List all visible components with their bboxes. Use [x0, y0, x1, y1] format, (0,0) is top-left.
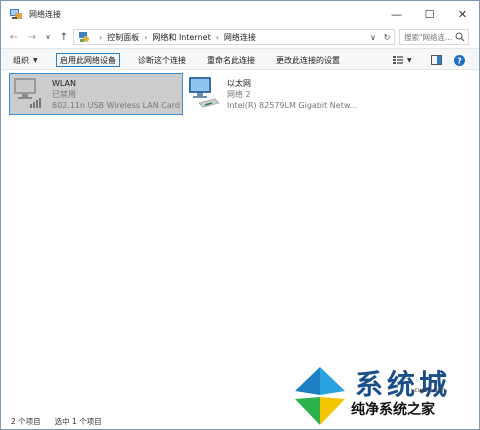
command-bar: 组织 ▼ 启用此网络设备 诊断这个连接 重命名此连接 更改此连接的设置 ▼ ?	[1, 48, 479, 70]
organize-label: 组织	[13, 55, 29, 65]
title-bar: 网络连接 — ☐ ✕	[1, 1, 479, 27]
close-button[interactable]: ✕	[446, 1, 479, 27]
connection-adapter: 802.11n USB Wireless LAN Card	[52, 100, 180, 110]
connection-name: 以太网	[227, 78, 251, 88]
window-title: 网络连接	[29, 9, 61, 19]
svg-text:?: ?	[457, 56, 462, 65]
forward-arrow-icon[interactable]: →	[25, 30, 39, 44]
change-settings-button[interactable]: 更改此连接的设置	[276, 53, 340, 67]
connection-item-wlan[interactable]: WLAN 已禁用 802.11n USB Wireless LAN Card	[9, 73, 183, 115]
control-panel-icon	[78, 31, 90, 43]
organize-caret-icon: ▼	[33, 56, 38, 64]
breadcrumb-control-panel[interactable]: 控制面板	[107, 32, 139, 43]
view-options-button[interactable]: ▼	[393, 53, 412, 67]
preview-pane-icon	[431, 55, 442, 65]
refresh-icon[interactable]: ↻	[380, 30, 394, 44]
search-placeholder: 搜索"网络连...	[404, 32, 453, 42]
connection-adapter: Intel(R) 82579LM Gigabit Netw...	[227, 100, 358, 110]
status-bar: 2 个项目 选中 1 个项目	[1, 413, 479, 429]
network-folder-icon	[9, 7, 23, 21]
explorer-window: 网络连接 — ☐ ✕ ← → ∨ ↑ › 控制面板 › 网络和 Internet…	[0, 0, 480, 430]
breadcrumb-separator: ›	[99, 32, 103, 42]
search-input[interactable]: 搜索"网络连...	[399, 29, 469, 45]
connection-name: WLAN	[52, 78, 77, 88]
view-options-caret-icon: ▼	[407, 56, 412, 64]
wireless-adapter-icon	[10, 74, 48, 112]
enable-device-button[interactable]: 启用此网络设备	[56, 53, 120, 67]
address-bar[interactable]: › 控制面板 › 网络和 Internet › 网络连接 ∨ ↻	[73, 29, 395, 45]
item-count: 2 个项目	[11, 416, 41, 426]
breadcrumb-network-internet[interactable]: 网络和 Internet	[152, 32, 210, 43]
address-row: ← → ∨ ↑ › 控制面板 › 网络和 Internet › 网络连接 ∨ ↻	[1, 27, 479, 47]
ethernet-adapter-icon	[185, 73, 223, 111]
help-button[interactable]: ?	[454, 53, 465, 67]
rename-button[interactable]: 重命名此连接	[207, 53, 255, 67]
breadcrumb-separator: ›	[144, 32, 148, 42]
breadcrumb-separator: ›	[215, 32, 219, 42]
organize-menu[interactable]: 组织 ▼	[13, 53, 38, 67]
connection-status: 网络 2	[227, 89, 251, 99]
minimize-button[interactable]: —	[380, 1, 413, 27]
preview-pane-button[interactable]	[431, 53, 442, 67]
watermark-url: ycwjzy.com	[411, 387, 446, 394]
selected-count: 选中 1 个项目	[54, 416, 102, 426]
breadcrumb-network-connections[interactable]: 网络连接	[224, 32, 256, 43]
address-history-chevron-icon[interactable]: ∨	[366, 30, 380, 44]
view-options-icon	[393, 55, 403, 65]
watermark-title: 系统城	[355, 368, 452, 401]
connection-status: 已禁用	[52, 89, 76, 99]
diagnose-button[interactable]: 诊断这个连接	[138, 53, 186, 67]
connection-item-ethernet[interactable]: 以太网 网络 2 Intel(R) 82579LM Gigabit Netw..…	[185, 73, 385, 115]
back-arrow-icon[interactable]: ←	[7, 30, 21, 44]
help-icon: ?	[454, 54, 465, 66]
maximize-button[interactable]: ☐	[413, 1, 446, 27]
up-arrow-icon[interactable]: ↑	[57, 30, 71, 44]
recent-locations-chevron-icon[interactable]: ∨	[41, 30, 55, 44]
search-icon	[455, 32, 465, 42]
